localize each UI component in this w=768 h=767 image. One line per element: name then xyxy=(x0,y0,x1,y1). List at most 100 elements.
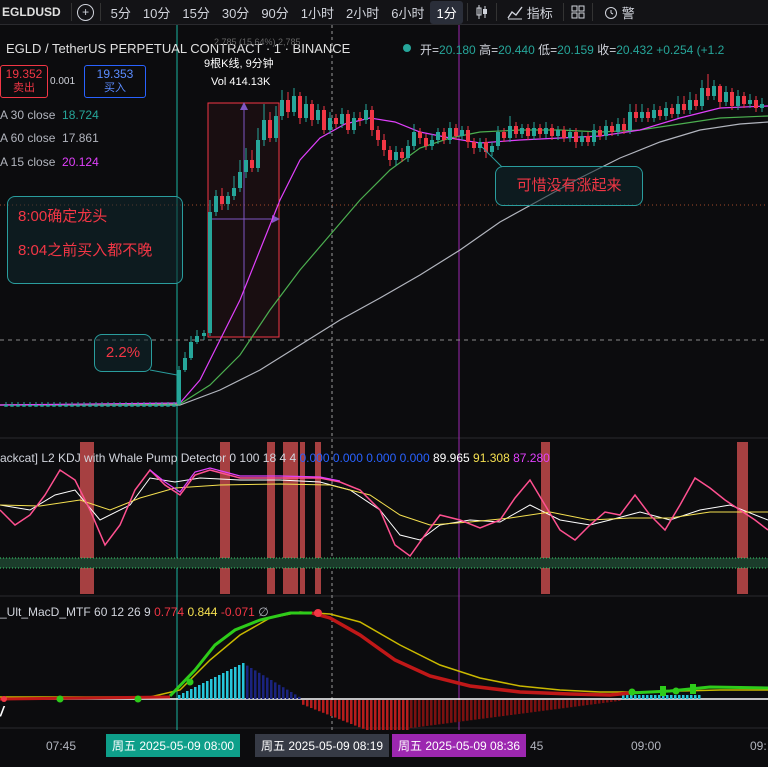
candle-body xyxy=(183,358,187,370)
candle-body xyxy=(622,124,626,130)
candle-body xyxy=(754,100,758,108)
macd-hist-bar xyxy=(194,687,197,699)
candle-body xyxy=(718,86,722,102)
candle-body xyxy=(358,118,362,120)
annotation-pct-pointer xyxy=(150,369,178,376)
candle-body xyxy=(712,86,716,96)
macd-hist-bar xyxy=(402,700,405,730)
candle-body xyxy=(742,96,746,104)
candle-body xyxy=(706,88,710,96)
alarm-clock-icon xyxy=(604,7,617,19)
buy-button[interactable]: 19.353 买入 xyxy=(84,65,146,98)
macd-hist-bar xyxy=(410,700,413,728)
candle-body xyxy=(94,405,98,407)
annotation-left[interactable]: 8:00确定龙头 8:04之前买入都不晚 xyxy=(7,196,183,284)
interval-1m[interactable]: 1分 xyxy=(430,0,463,24)
candle-body xyxy=(436,132,440,140)
macd-hist-bar xyxy=(614,700,617,702)
candle-body xyxy=(586,136,590,142)
macd-hist-bar xyxy=(482,700,485,719)
candle-body xyxy=(70,405,74,407)
macd-hist-bar xyxy=(186,691,189,699)
candle-body xyxy=(652,110,656,118)
interval-30m[interactable]: 30分 xyxy=(216,1,255,24)
candle-body xyxy=(544,128,548,134)
measure-bars-text: 9根K线, 9分钟 xyxy=(204,58,274,70)
macd-hist-bar xyxy=(606,700,609,703)
macd-value-3: -0.071 xyxy=(220,605,255,619)
interval-2h[interactable]: 2小时 xyxy=(340,1,385,24)
macd-hist-bar xyxy=(222,673,225,699)
indicators-icon xyxy=(507,6,523,20)
macd-legend[interactable]: _Ult_MacD_MTF 60 12 26 9 0.774 0.844 -0.… xyxy=(0,605,269,619)
macd-hist-bar xyxy=(326,700,329,715)
candle-body xyxy=(448,128,452,140)
macd-hist-bar xyxy=(202,683,205,699)
macd-hist-bar xyxy=(578,700,581,707)
layout-grid-icon[interactable] xyxy=(568,3,588,21)
candle-body xyxy=(412,132,416,146)
macd-hist-bar xyxy=(270,680,273,699)
kdj-green-band xyxy=(0,558,768,568)
macd-hist-bar xyxy=(350,700,353,724)
ma-legend-30[interactable]: A 30 close 18.724 xyxy=(0,108,99,122)
alert-button[interactable]: 警 xyxy=(597,1,641,24)
candle-body xyxy=(352,118,356,130)
macd-signal-line xyxy=(0,611,768,698)
macd-hist-bar xyxy=(554,700,557,710)
macd-line-red xyxy=(311,611,631,697)
candle-body xyxy=(364,110,368,120)
spread-value: 0.001 xyxy=(50,76,76,87)
symbol-search[interactable]: EGLDUSD xyxy=(0,5,67,19)
divider xyxy=(591,3,593,21)
macd-hist-bar xyxy=(206,681,209,699)
interval-90m[interactable]: 90分 xyxy=(255,1,294,24)
interval-6h[interactable]: 6小时 xyxy=(385,1,430,24)
ma-legend-15[interactable]: A 15 close 20.124 xyxy=(0,155,99,169)
kdj-legend[interactable]: ackcat] L2 KDJ with Whale Pump Detector … xyxy=(0,451,550,465)
ohlc-readout: 开=20.180 高=20.440 低=20.159 收=20.432 +0.2… xyxy=(420,43,725,57)
candle-body xyxy=(328,118,332,130)
candle-body xyxy=(64,405,68,407)
interval-10m[interactable]: 10分 xyxy=(137,1,176,24)
buy-label: 买入 xyxy=(104,82,126,94)
interval-1h[interactable]: 1小时 xyxy=(295,1,340,24)
macd-hist-bar xyxy=(250,668,253,699)
macd-hist-bar xyxy=(422,700,425,727)
candle-body xyxy=(676,104,680,114)
candle-body xyxy=(274,116,278,138)
indicators-button[interactable]: 指标 xyxy=(501,1,559,24)
candle-body xyxy=(124,405,128,407)
divider xyxy=(99,3,101,21)
chart-canvas[interactable] xyxy=(0,25,768,767)
macd-hist-bar xyxy=(678,695,681,699)
macd-hist-bar xyxy=(602,700,605,704)
candle-type-icon[interactable] xyxy=(472,3,492,21)
candle-body xyxy=(136,405,140,407)
macd-hist-bar xyxy=(214,677,217,699)
macd-hist-bar xyxy=(694,695,697,699)
interval-5m[interactable]: 5分 xyxy=(105,1,137,24)
candle-body xyxy=(472,142,476,148)
macd-hist-bar xyxy=(254,670,257,699)
macd-hist-bar xyxy=(538,700,541,712)
candle-body xyxy=(292,96,296,112)
candle-body xyxy=(598,130,602,136)
macd-hist-bar xyxy=(478,700,481,720)
macd-hist-bar xyxy=(266,677,269,699)
macd-hist-bar xyxy=(386,700,389,730)
macd-hist-bar xyxy=(630,695,633,699)
ma-legend-60[interactable]: A 60 close 17.861 xyxy=(0,131,99,145)
interval-15m[interactable]: 15分 xyxy=(176,1,215,24)
macd-histogram xyxy=(178,663,701,730)
macd-hist-bar xyxy=(382,700,385,730)
sell-button[interactable]: 19.352 卖出 xyxy=(0,65,48,98)
macd-hist-bar xyxy=(642,695,645,699)
candle-body xyxy=(616,124,620,132)
candle-body xyxy=(304,104,308,118)
macd-hist-bar xyxy=(302,700,305,705)
compare-add-icon[interactable]: + xyxy=(76,3,96,21)
annotation-pct[interactable]: 2.2% xyxy=(94,334,152,372)
macd-hist-bar xyxy=(198,685,201,699)
kdj-value-d: 91.308 xyxy=(473,451,510,465)
